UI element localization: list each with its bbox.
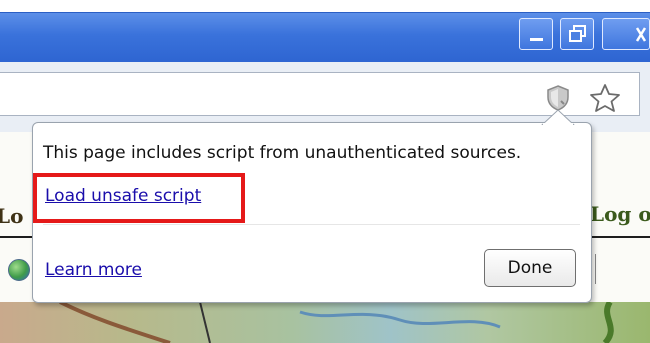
map-terrain bbox=[59, 302, 614, 343]
learn-more-link[interactable]: Learn more bbox=[45, 260, 142, 280]
bubble-pointer bbox=[541, 109, 575, 125]
globe-icon bbox=[8, 259, 30, 281]
insecure-content-bubble: This page includes script from unauthent… bbox=[32, 122, 592, 303]
map-image bbox=[0, 302, 650, 343]
title-bar-top-edge bbox=[0, 12, 650, 13]
page-heading-fragment-left: Lo bbox=[0, 204, 24, 228]
window-title-bar bbox=[0, 0, 650, 62]
shield-warning-icon[interactable] bbox=[545, 84, 571, 112]
restore-icon bbox=[569, 25, 586, 42]
bookmark-star-icon[interactable] bbox=[588, 82, 622, 114]
restore-button[interactable] bbox=[560, 18, 594, 50]
bubble-divider bbox=[43, 224, 580, 225]
close-icon bbox=[635, 27, 647, 42]
load-unsafe-script-link[interactable]: Load unsafe script bbox=[45, 186, 201, 206]
done-button[interactable]: Done bbox=[484, 249, 576, 287]
page-separator bbox=[595, 254, 596, 284]
minimize-icon bbox=[530, 38, 543, 41]
close-button[interactable] bbox=[602, 18, 650, 50]
log-out-link[interactable]: Log ou bbox=[590, 202, 650, 226]
minimize-button[interactable] bbox=[519, 18, 553, 50]
bubble-message: This page includes script from unauthent… bbox=[43, 143, 522, 163]
